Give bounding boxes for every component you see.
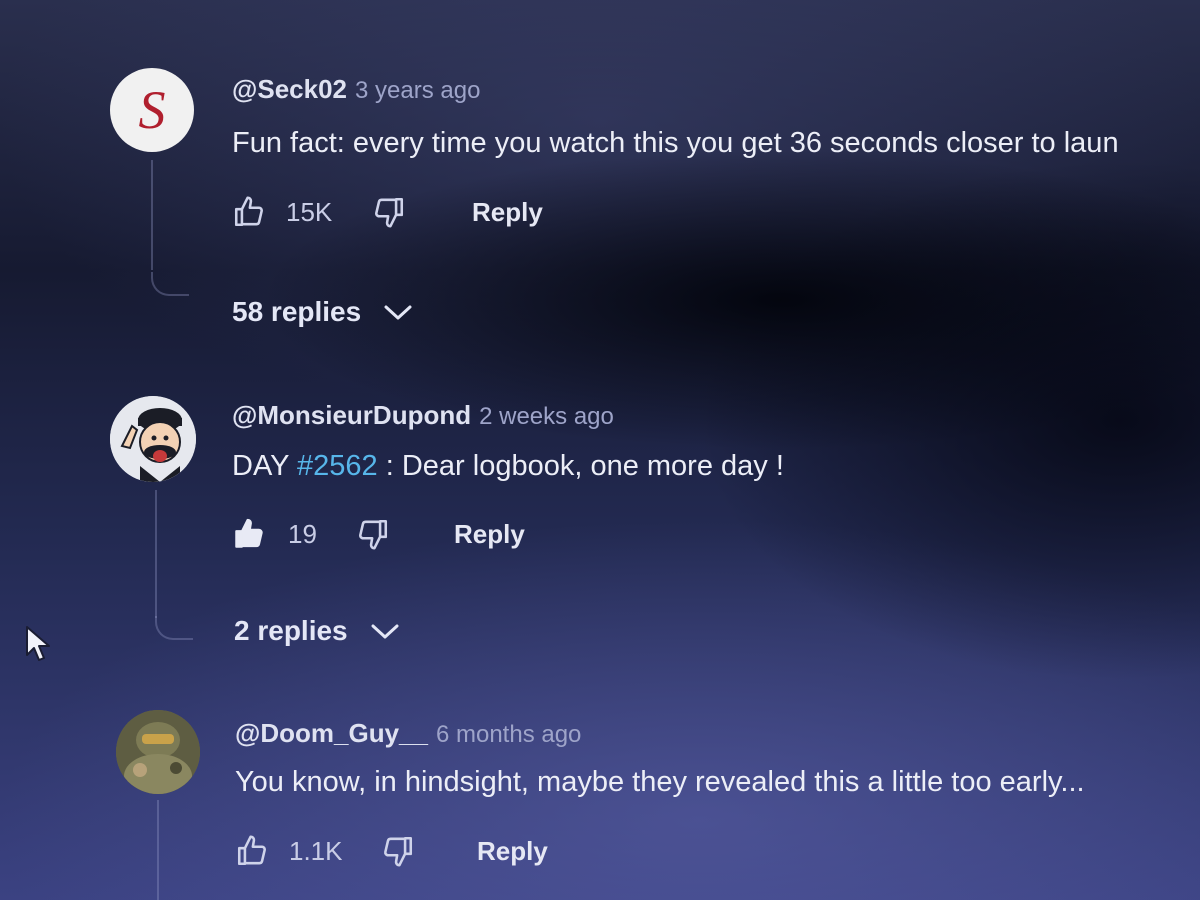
dislike-button[interactable]: [372, 192, 406, 232]
replies-count-label: 2 replies: [234, 615, 348, 646]
comment-actions: 1.1K Reply: [235, 831, 635, 871]
thread-line: [151, 160, 153, 270]
comment-header: @MonsieurDupond 2 weeks ago: [232, 400, 614, 431]
reply-button[interactable]: Reply: [472, 192, 543, 232]
view-replies-button[interactable]: 2 replies: [234, 615, 400, 647]
comment-text-end: : Dear logbook, one more day !: [377, 450, 784, 482]
comment-text: Fun fact: every time you watch this you …: [232, 127, 1119, 159]
like-button[interactable]: 1.1K: [235, 831, 343, 871]
comment-header: @Seck02 3 years ago: [232, 74, 480, 105]
like-count: 19: [288, 518, 317, 549]
comment-text-start: DAY: [232, 450, 298, 482]
like-count: 1.1K: [289, 835, 343, 866]
reply-label: Reply: [477, 835, 548, 866]
comment-doom-guy: @Doom_Guy__ 6 months ago You know, in hin…: [0, 700, 1200, 900]
author-name[interactable]: @MonsieurDupond: [232, 400, 471, 430]
like-button[interactable]: 15K: [232, 192, 332, 232]
thread-line: [157, 800, 159, 900]
comment-actions: 15K Reply: [232, 192, 632, 232]
like-count: 15K: [286, 196, 333, 227]
timestamp[interactable]: 3 years ago: [355, 77, 480, 104]
comment-actions: 19 Reply: [232, 514, 632, 554]
replies-count-label: 58 replies: [232, 296, 362, 327]
like-button[interactable]: 19: [232, 514, 317, 554]
thumbs-down-icon: [384, 836, 413, 867]
chevron-down-icon: [384, 305, 412, 320]
thread-connector: [155, 616, 193, 640]
comment-text: You know, in hindsight, maybe they revea…: [235, 766, 1085, 798]
comment-header: @Doom_Guy__ 6 months ago: [235, 718, 581, 749]
reply-button[interactable]: Reply: [454, 514, 525, 554]
dislike-button[interactable]: [356, 514, 390, 554]
thumbs-up-icon: [234, 196, 263, 227]
author-name[interactable]: @Seck02: [232, 74, 347, 104]
hashtag-link[interactable]: #2562: [297, 450, 378, 482]
author-name[interactable]: @Doom_Guy__: [235, 718, 428, 748]
view-replies-button[interactable]: 58 replies: [232, 296, 413, 328]
thumbs-up-filled-icon: [235, 518, 263, 548]
avatar[interactable]: [116, 710, 200, 794]
comment-monsieurdupond: @MonsieurDupond 2 weeks ago DAY #2562 : D…: [0, 380, 1200, 670]
comment-seck02: S @Seck02 3 years ago Fun fact: every tim…: [0, 0, 1200, 330]
avatar[interactable]: S: [110, 68, 194, 152]
reply-label: Reply: [472, 196, 543, 227]
thumbs-down-icon: [375, 197, 404, 228]
comment-text: DAY #2562 : Dear logbook, one more day !: [232, 450, 784, 483]
thread-line: [155, 490, 157, 618]
avatar[interactable]: [110, 396, 196, 482]
timestamp[interactable]: 2 weeks ago: [479, 403, 614, 430]
reply-label: Reply: [454, 518, 525, 549]
reply-button[interactable]: Reply: [477, 831, 548, 871]
chevron-down-icon: [371, 624, 399, 639]
mouse-cursor-icon: [26, 626, 50, 661]
thumbs-down-icon: [359, 519, 388, 550]
avatar-letter: S: [139, 80, 166, 140]
dislike-button[interactable]: [381, 831, 415, 871]
thread-connector: [151, 272, 189, 296]
thumbs-up-icon: [237, 835, 266, 866]
timestamp[interactable]: 6 months ago: [436, 721, 581, 748]
